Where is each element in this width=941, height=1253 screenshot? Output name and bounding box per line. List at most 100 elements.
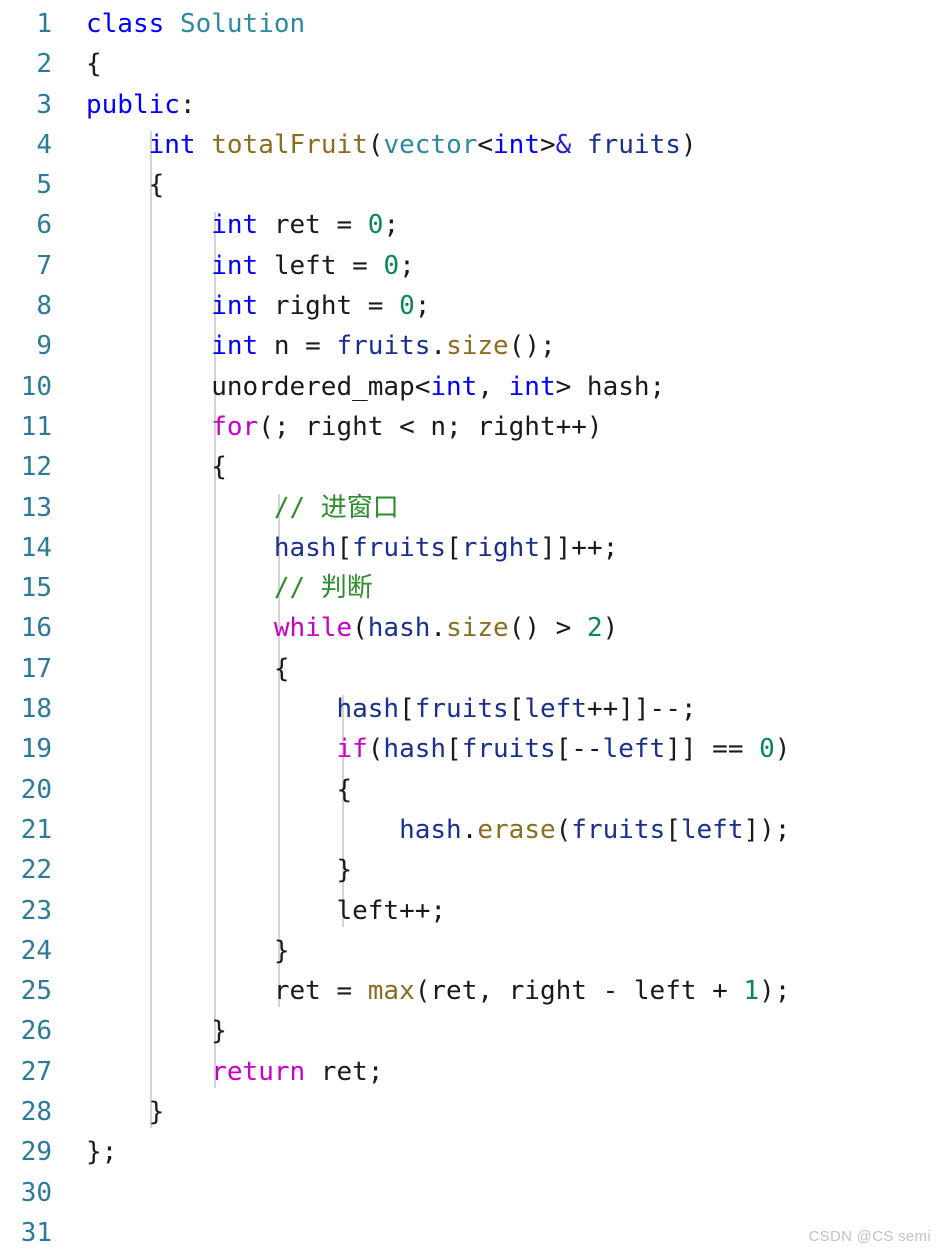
line-number: 31 <box>20 1217 52 1248</box>
code-token: 0 <box>383 250 400 281</box>
code-line[interactable]: 21 hash.erase(fruits[left]); <box>0 810 941 850</box>
line-content[interactable]: }; <box>86 1132 117 1172</box>
code-line[interactable]: 18 hash[fruits[left++]]--; <box>0 689 941 729</box>
line-content[interactable]: { <box>86 447 227 487</box>
line-content[interactable]: { <box>86 649 290 689</box>
code-line[interactable]: 17 { <box>0 649 941 689</box>
code-line[interactable]: 1 class Solution <box>0 4 941 44</box>
code-line[interactable]: 8 int right = 0; <box>0 286 941 326</box>
code-token: ret = <box>86 976 368 1007</box>
code-line[interactable]: 9 int n = fruits.size(); <box>0 326 941 366</box>
code-line[interactable]: 25 ret = max(ret, right - left + 1); <box>0 971 941 1011</box>
code-token: size <box>446 331 509 362</box>
line-content[interactable]: } <box>86 931 290 971</box>
code-line[interactable]: 20 { <box>0 770 941 810</box>
code-token: return <box>211 1056 306 1087</box>
code-line[interactable]: 12 { <box>0 447 941 487</box>
line-content[interactable]: } <box>86 850 352 890</box>
line-content[interactable]: int ret = 0; <box>86 205 399 245</box>
line-number: 12 <box>20 452 52 483</box>
code-line[interactable]: 23 left++; <box>0 891 941 931</box>
code-token: ]); <box>743 814 791 845</box>
line-content[interactable]: if(hash[fruits[--left]] == 0) <box>86 729 790 769</box>
code-line[interactable]: 11 for(; right < n; right++) <box>0 407 941 447</box>
line-content[interactable]: { <box>86 165 165 205</box>
code-token: int <box>211 250 259 281</box>
line-number: 23 <box>20 895 52 926</box>
code-line[interactable]: 3 public: <box>0 85 941 125</box>
line-content[interactable]: { <box>86 44 102 84</box>
code-line[interactable]: 30 <box>0 1173 941 1213</box>
line-content[interactable]: hash.erase(fruits[left]); <box>86 810 790 850</box>
code-token: ) <box>774 734 791 765</box>
code-line[interactable]: 10 unordered_map<int, int> hash; <box>0 367 941 407</box>
code-line[interactable]: 19 if(hash[fruits[--left]] == 0) <box>0 729 941 769</box>
line-content[interactable]: // 判断 <box>86 568 373 608</box>
line-content[interactable]: { <box>86 770 352 810</box>
code-editor[interactable]: 1 class Solution 2{3 public: 4 int totalFrui… <box>0 0 941 1253</box>
line-content[interactable]: int right = 0; <box>86 286 430 326</box>
code-token: ret; <box>305 1056 384 1087</box>
line-content[interactable]: left++; <box>86 891 446 931</box>
line-content[interactable]: hash[fruits[left++]]--; <box>86 689 696 729</box>
code-line[interactable]: 29}; <box>0 1132 941 1172</box>
line-number: 30 <box>20 1177 52 1208</box>
code-token: int <box>211 291 259 322</box>
code-line[interactable]: 2{ <box>0 44 941 84</box>
line-content[interactable]: } <box>86 1011 227 1051</box>
code-line[interactable]: 22 } <box>0 850 941 890</box>
line-content[interactable]: public: <box>86 85 196 125</box>
line-content[interactable]: return ret; <box>86 1052 383 1092</box>
code-token: class <box>86 9 165 39</box>
line-number: 16 <box>20 613 52 644</box>
code-line[interactable]: 31 <box>0 1213 941 1253</box>
line-content[interactable]: unordered_map<int, int> hash; <box>86 367 665 407</box>
code-token: , <box>477 371 509 402</box>
code-line[interactable]: 27 return ret; <box>0 1052 941 1092</box>
code-line[interactable]: 15 // 判断 <box>0 568 941 608</box>
code-lines-container[interactable]: 1 class Solution 2{3 public: 4 int totalFrui… <box>0 0 941 1253</box>
line-content[interactable]: // 进窗口 <box>86 488 399 528</box>
code-line[interactable]: 13 // 进窗口 <box>0 488 941 528</box>
line-number: 4 <box>36 129 52 160</box>
line-content[interactable]: ret = max(ret, right - left + 1); <box>86 971 791 1011</box>
code-token: ) <box>680 129 697 160</box>
line-content[interactable]: } <box>86 1092 165 1132</box>
line-content[interactable]: int n = fruits.size(); <box>86 326 555 366</box>
code-line[interactable]: 4 int totalFruit(vector<int>& fruits) <box>0 125 941 165</box>
code-token: left = <box>258 250 384 281</box>
line-content[interactable]: class Solution <box>86 4 305 44</box>
code-token: > <box>540 129 556 160</box>
code-token: public <box>86 89 180 120</box>
line-content[interactable]: while(hash.size() > 2) <box>86 608 618 648</box>
line-content[interactable]: int left = 0; <box>86 246 415 286</box>
line-content[interactable]: hash[fruits[right]]++; <box>86 528 618 568</box>
line-content[interactable]: for(; right < n; right++) <box>86 407 602 447</box>
code-token: 0 <box>759 734 775 765</box>
code-line[interactable]: 16 while(hash.size() > 2) <box>0 608 941 648</box>
code-line[interactable]: 5 { <box>0 165 941 205</box>
code-token: unordered_map< <box>86 371 431 402</box>
code-line[interactable]: 6 int ret = 0; <box>0 205 941 245</box>
code-token: Solution <box>179 9 306 39</box>
code-token: int <box>211 331 259 362</box>
code-token: left <box>680 814 744 845</box>
code-token: < <box>477 129 494 160</box>
code-token: ; <box>383 210 400 241</box>
code-token: int <box>508 371 556 402</box>
code-line[interactable]: 14 hash[fruits[right]]++; <box>0 528 941 568</box>
code-line[interactable]: 24 } <box>0 931 941 971</box>
code-line[interactable]: 7 int left = 0; <box>0 246 941 286</box>
code-token: right <box>461 532 540 563</box>
code-token: & <box>555 129 572 160</box>
code-token: ); <box>759 976 791 1007</box>
code-token: 2 <box>586 613 603 644</box>
code-line[interactable]: 26 } <box>0 1011 941 1051</box>
line-content[interactable]: int totalFruit(vector<int>& fruits) <box>86 125 697 165</box>
code-line[interactable]: 28 } <box>0 1092 941 1132</box>
